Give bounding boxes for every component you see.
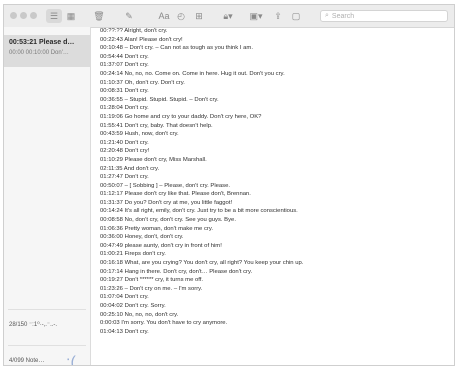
- transcript-line: 00:50:07 – [ Sobbing ] – Please, don't c…: [100, 182, 231, 189]
- sidebar-divider: [8, 309, 86, 310]
- gallery-view-icon[interactable]: ▦: [64, 9, 78, 23]
- close-window-button[interactable]: [10, 12, 17, 19]
- search-field[interactable]: ⌕ Search: [320, 10, 448, 22]
- table-icon[interactable]: ⊞: [192, 9, 206, 23]
- notes-list-sidebar: 00:53:21 Please d… 00:00 00:10:00 Don'… …: [4, 27, 91, 365]
- transcript-line: 00:19:27 Don't ****** cry, it turns me o…: [100, 277, 204, 284]
- share-icon[interactable]: ⇪: [272, 9, 284, 23]
- transcript-line: 01:37:07 Don't cry.: [100, 62, 149, 69]
- compose-icon[interactable]: ✎: [122, 9, 136, 23]
- list-view-icon[interactable]: ☰: [46, 9, 62, 23]
- media-icon[interactable]: ▣▾: [245, 9, 267, 23]
- transcript-line: 01:21:40 Don't cry.: [100, 139, 149, 146]
- transcript-line: 01:28:04 Don't cry.: [100, 105, 149, 112]
- lock-icon[interactable]: 🔒︎▾: [218, 9, 238, 23]
- sidebar-divider: [8, 345, 86, 346]
- transcript-line: 00:17:14 Hang in there. Don't cry, don't…: [100, 268, 253, 275]
- zoom-window-button[interactable]: [30, 12, 37, 19]
- checklist-icon[interactable]: ◴: [175, 9, 187, 23]
- transcript-line: 00:43:59 Hush, now, don't cry.: [100, 131, 179, 138]
- transcript-line: 00:47:49 please aunty, don't cry in fron…: [100, 242, 222, 249]
- notes-window: ☰ ▦ 🗑 ✎ Aa ◴ ⊞ 🔒︎▾ ▣▾ ⇪ ▢ ⌕ Search 00:53…: [3, 4, 455, 366]
- transcript-line: 00:08:31 Don't cry.: [100, 88, 149, 95]
- transcript-line: 00:04:02 Don't cry. Sorry.: [100, 303, 166, 309]
- attachment-icon[interactable]: ▢: [290, 9, 302, 23]
- format-button[interactable]: Aa: [156, 9, 172, 23]
- transcript-line: 01:10:37 Oh, don't cry. Don't cry.: [100, 79, 185, 86]
- search-icon: ⌕: [325, 12, 329, 19]
- trash-icon[interactable]: 🗑: [92, 9, 106, 23]
- transcript-line: 00:??:?? Alright, don't cry.: [100, 28, 168, 34]
- transcript-line: 00:22:43 Alan! Please don't cry!: [100, 36, 183, 43]
- transcript-line: 01:55:41 Don't cry, baby. That doesn't h…: [100, 122, 213, 129]
- transcript-line: 01:23:26 – Don't cry on me. – I'm sorry.: [100, 285, 203, 292]
- transcript-line: 01:12:17 Please don't cry like that. Ple…: [100, 191, 251, 198]
- transcript-line: 02:20:48 Don't cry!: [100, 148, 150, 155]
- list-item[interactable]: 28/150 ⁻:1⁰·-,.⁻..-.: [9, 321, 57, 328]
- transcript-line: 01:31:37 Do you? Don't cry at me, you li…: [100, 199, 233, 206]
- transcript-line: 01:00:21 Fireps don't cry.: [100, 251, 166, 258]
- search-placeholder: Search: [331, 12, 355, 20]
- transcript-line: 01:19:06 Go home and cry to your daddy. …: [100, 113, 262, 120]
- note-content[interactable]: 00:??:?? Alright, don't cry. 00:22:43 Ala…: [91, 27, 454, 365]
- selected-note-preview: 00:00 00:10:00 Don'…: [9, 50, 69, 56]
- transcript-line: 02:11:35 And don't cry.: [100, 165, 160, 172]
- transcript-line: 00:08:58 No, don't cry, don't cry. See y…: [100, 217, 236, 224]
- transcript-line: 01:07:04 Don't cry.: [100, 294, 149, 301]
- transcript-line: 00:16:18 What, are you crying? You don't…: [100, 260, 304, 267]
- transcript-line: 00:14:24 It's all right, emily, don't cr…: [100, 208, 298, 215]
- selected-note[interactable]: 00:53:21 Please d… 00:00 00:10:00 Don'…: [4, 35, 90, 67]
- transcript-line: 00:36:00 Honey, don't, don't cry.: [100, 234, 184, 241]
- transcript-line: 00:24:14 No, no, no. Come on. Come in he…: [100, 70, 285, 77]
- transcript-lines: 00:??:?? Alright, don't cry. 00:22:43 Ala…: [100, 27, 454, 336]
- transcript-line: 0:00:03 I'm sorry. You don't have to cry…: [100, 320, 228, 327]
- list-item[interactable]: 4/099 Note…: [9, 358, 44, 364]
- selected-note-title: 00:53:21 Please d…: [9, 39, 75, 46]
- transcript-line: 00:25:10 No, no, no, don't cry.: [100, 311, 179, 318]
- bracket-icon: :(: [66, 354, 76, 366]
- transcript-line: 01:06:36 Pretty woman, don't make me cry…: [100, 225, 213, 232]
- transcript-line: 00:54:44 Don't cry.: [100, 53, 149, 60]
- transcript-line: 00:10:48 – Don't cry. – Can not as tough…: [100, 45, 253, 52]
- transcript-line: 01:04:13 Don't cry.: [100, 328, 149, 335]
- toolbar: ☰ ▦ 🗑 ✎ Aa ◴ ⊞ 🔒︎▾ ▣▾ ⇪ ▢ ⌕ Search: [4, 5, 454, 28]
- transcript-line: 01:10:29 Please don't cry, Miss Marshall…: [100, 156, 207, 163]
- transcript-line: 01:27:47 Don't cry.: [100, 174, 149, 181]
- minimize-window-button[interactable]: [20, 12, 27, 19]
- transcript-line: 00:36:55 – Stupid. Stupid. Stupid. – Don…: [100, 96, 219, 103]
